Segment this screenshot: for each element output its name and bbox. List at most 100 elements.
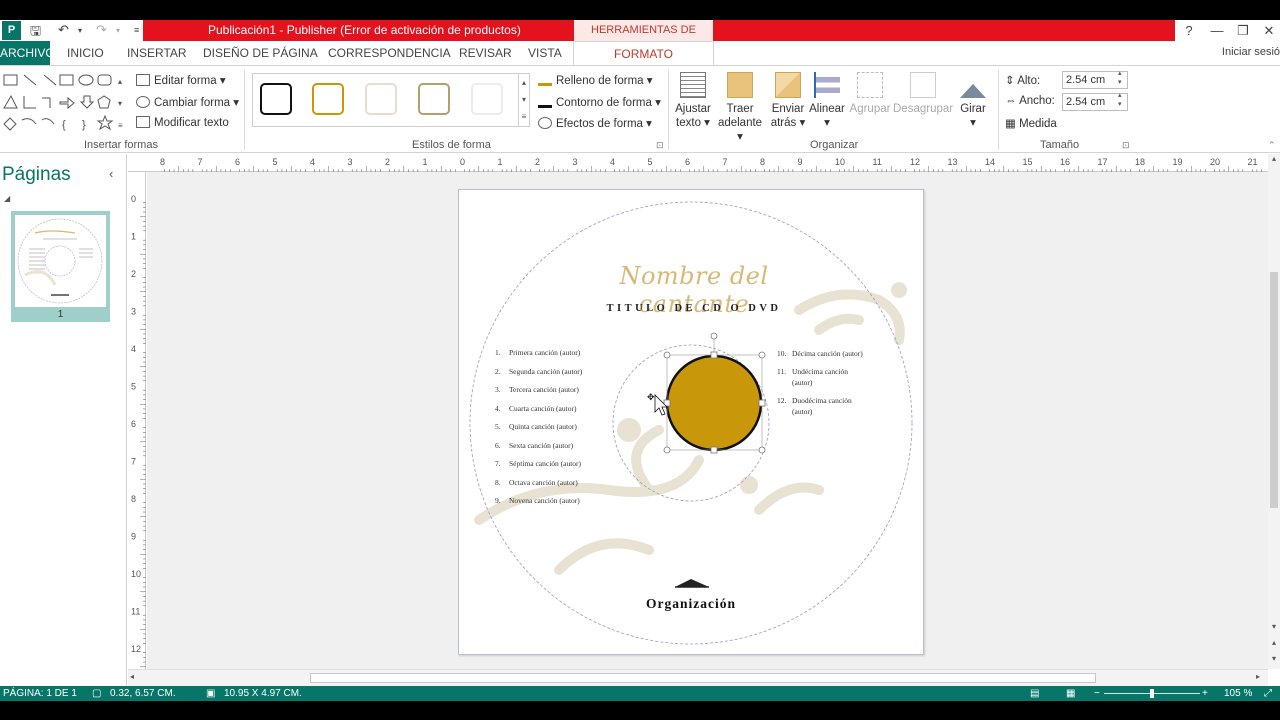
ruler-number: 7 (131, 457, 136, 467)
selected-gold-circle[interactable] (665, 354, 763, 452)
horizontal-scrollbar[interactable]: ◂ ▸ (128, 669, 1268, 686)
shape-styles-scroll[interactable]: ▴ ▾ ≡ (518, 73, 530, 127)
shape-style-gold[interactable] (312, 83, 344, 115)
status-page[interactable]: PÁGINA: 1 DE 1 (3, 688, 77, 699)
drawing-tools-context-tab: HERRAMIENTAS DE DIBUJO (573, 20, 714, 57)
tab-insert[interactable]: INSERTAR (127, 41, 187, 65)
shape-style-tan[interactable] (418, 83, 450, 115)
previous-page-icon[interactable]: ▴ (1268, 638, 1280, 650)
horizontal-scroll-thumb[interactable] (310, 673, 1096, 683)
dialog-launcher-icon[interactable]: ⊡ (656, 140, 664, 151)
two-page-view-icon[interactable]: ▦ (1066, 688, 1075, 699)
shape-fill-button[interactable]: Relleno de forma ▾ (538, 73, 653, 87)
sign-in-link[interactable]: Iniciar sesió (1222, 46, 1280, 58)
ruler-number: 10 (835, 157, 845, 167)
collapse-ribbon-icon[interactable]: ⌃ (1268, 140, 1276, 151)
organization-name[interactable]: Organización (609, 596, 773, 612)
ruler-number: 4 (310, 157, 315, 167)
undo-icon[interactable]: ↶ (58, 22, 69, 38)
redo-icon[interactable]: ↷ (96, 22, 107, 38)
ruler-number: 9 (798, 157, 803, 167)
tab-review[interactable]: REVISAR (459, 41, 512, 65)
size-dialog-launcher-icon[interactable]: ⊡ (1122, 140, 1130, 151)
track-item: 7. Séptima canción (autor) (495, 459, 625, 478)
fit-page-icon[interactable]: ⤢ (1264, 688, 1272, 699)
width-spinner-icon[interactable]: ▴ ▾ (1118, 91, 1122, 109)
shape-outline-button[interactable]: Contorno de forma ▾ (538, 95, 661, 109)
ungroup-button[interactable]: Desagrupar (893, 72, 953, 116)
shapes-gallery[interactable]: { } ▴ ▾ ≡ (2, 72, 128, 134)
redo-dropdown-icon[interactable]: ▾ (116, 26, 120, 35)
quick-access-toolbar: P 🖫 ↶ ▾ ↷ ▾ ≡ (0, 20, 143, 41)
publication-page[interactable]: ✥ Nombre del cantante TITULO DE CD O DVD… (458, 189, 924, 655)
tab-view[interactable]: VISTA (528, 41, 562, 65)
zoom-out-icon[interactable]: − (1094, 688, 1100, 699)
undo-dropdown-icon[interactable]: ▾ (78, 26, 82, 35)
track-title-continued: (autor) (792, 407, 813, 416)
bring-forward-icon (727, 72, 753, 98)
ribbon-separator (244, 70, 245, 150)
tab-file[interactable]: ARCHIVO (0, 41, 55, 65)
track-number: 1. (495, 348, 501, 357)
zoom-in-icon[interactable]: + (1202, 688, 1208, 699)
scroll-up-icon[interactable]: ▴ (1268, 154, 1280, 166)
group-button[interactable]: Agrupar (848, 72, 892, 116)
rotate-button[interactable]: Girar ▾ (955, 72, 991, 130)
next-page-icon[interactable]: ▾ (1268, 654, 1280, 666)
align-button[interactable]: Alinear ▾ (808, 72, 846, 130)
track-list-left[interactable]: 1. Primera canción (autor) 2. Segunda canci… (495, 348, 625, 515)
vertical-scrollbar[interactable]: ▴ ▾ ▴ ▾ (1268, 154, 1280, 669)
shape-effects-button[interactable]: Efectos de forma ▾ (538, 116, 652, 130)
letterbox-bottom (0, 701, 1280, 720)
vertical-scroll-thumb[interactable] (1270, 272, 1278, 508)
ribbon-separator (998, 70, 999, 150)
zoom-slider-thumb[interactable] (1150, 689, 1154, 698)
shape-style-beige[interactable] (365, 83, 397, 115)
restore-button[interactable]: ❐ (1229, 20, 1257, 41)
change-shape-button[interactable]: Cambiar forma ▾ (136, 95, 239, 109)
send-backward-button[interactable]: Enviar atrás ▾ (768, 72, 808, 130)
height-spinner-icon[interactable]: ▴ ▾ (1118, 69, 1122, 87)
scroll-down-icon[interactable]: ▾ (1268, 622, 1280, 634)
shape-style-black[interactable] (260, 83, 292, 115)
zoom-level[interactable]: 105 % (1224, 688, 1252, 699)
track-list-right[interactable]: 10. Décima canción (autor) 11. Undécima can… (777, 348, 897, 424)
collapse-pane-icon[interactable]: ‹ (109, 166, 113, 181)
edit-shape-button[interactable]: Editar forma ▾ (136, 73, 226, 87)
height-field-label: ⇕ Alto: (1005, 73, 1040, 87)
customize-qat-icon[interactable]: ≡ (134, 25, 139, 35)
minimize-button[interactable]: — (1203, 20, 1231, 41)
ruler-number: 5 (131, 382, 136, 392)
scroll-left-icon[interactable]: ◂ (130, 672, 134, 681)
tab-page-design[interactable]: DISEÑO DE PÁGINA (203, 41, 318, 65)
send-backward-label-2: atrás (770, 117, 797, 129)
ribbon-separator (668, 70, 669, 150)
arrange-group-label: Organizar (810, 139, 859, 151)
track-title: Duodécima canción (792, 396, 852, 405)
cd-title[interactable]: TITULO DE CD O DVD (569, 303, 819, 314)
publisher-app-icon[interactable]: P (2, 21, 21, 40)
track-number: 11. (777, 367, 787, 376)
help-button[interactable]: ? (1175, 20, 1203, 41)
wrap-text-button[interactable]: Ajustar texto ▾ (674, 72, 712, 130)
status-bar: PÁGINA: 1 DE 1 ▢ 0.32, 6.57 CM. ▣ 10.95 … (0, 686, 1280, 701)
shape-style-light[interactable] (471, 83, 503, 115)
edit-text-button[interactable]: Modificar texto (136, 116, 229, 129)
tab-format[interactable]: FORMATO (573, 41, 714, 65)
track-title: Octava canción (autor) (509, 477, 578, 487)
document-workspace: ✥ Nombre del cantante TITULO DE CD O DVD… (147, 172, 1268, 669)
ruler-number: 11 (131, 607, 140, 617)
ribbon: { } ▴ ▾ ≡ Editar forma ▾ Cambiar forma ▾ M… (0, 65, 1280, 153)
ruler-number: 10 (131, 569, 141, 579)
tab-home[interactable]: INICIO (67, 41, 104, 65)
svg-text:▴: ▴ (118, 77, 122, 86)
single-page-view-icon[interactable]: ▤ (1030, 688, 1039, 699)
ruler-number: 12 (910, 157, 920, 167)
size-group-label: Tamaño (1040, 139, 1080, 151)
measure-button[interactable]: ▦ Medida (1005, 116, 1057, 130)
tab-mailings[interactable]: CORRESPONDENCIA (328, 41, 451, 65)
scroll-right-icon[interactable]: ▸ (1256, 672, 1260, 681)
page-thumbnail[interactable]: 1 (11, 211, 110, 322)
bring-forward-button[interactable]: Traer adelante ▾ (714, 72, 766, 144)
close-button[interactable]: ✕ (1255, 20, 1280, 41)
